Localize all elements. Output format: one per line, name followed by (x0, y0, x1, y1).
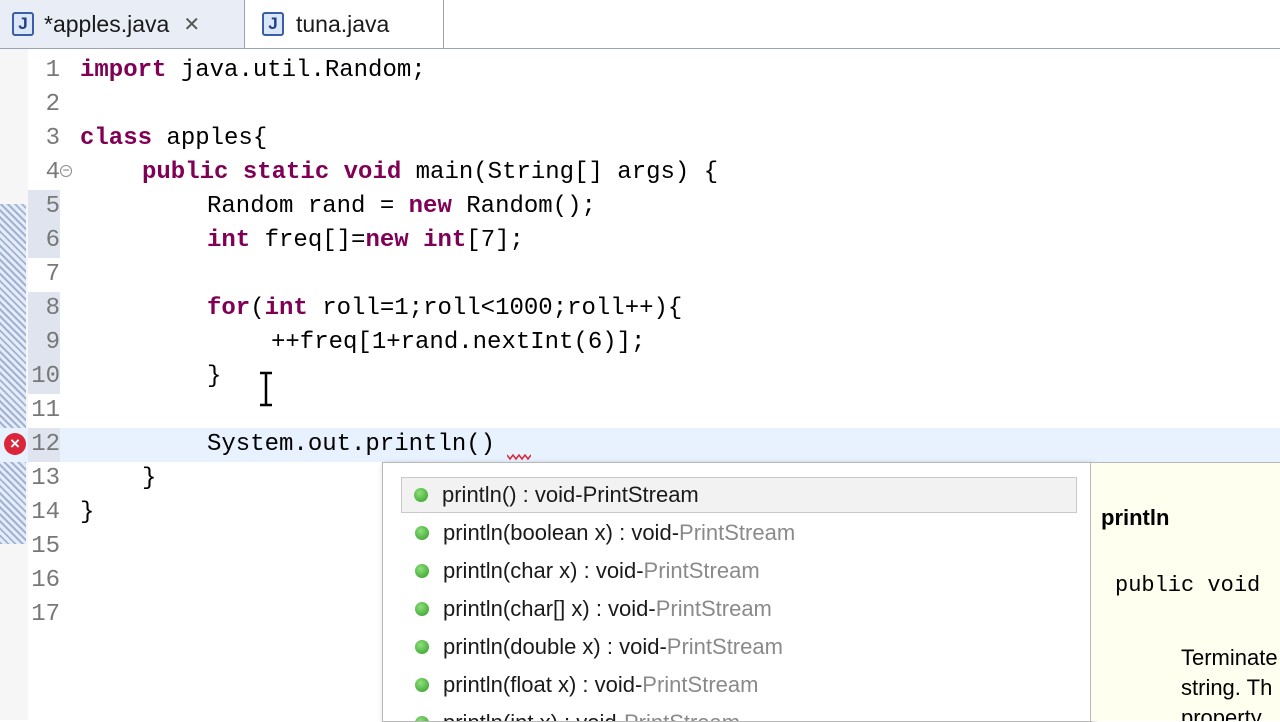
line-number: 8 (28, 292, 60, 326)
error-icon[interactable]: × (4, 433, 26, 455)
code-text: import java.util.Random; (80, 57, 426, 84)
code-text: } (142, 465, 157, 492)
doc-description: Terminate string. Th property (1181, 645, 1278, 721)
close-tab-icon[interactable]: ✕ (183, 12, 200, 37)
content-assist-popup[interactable]: println() : void - PrintStream println(b… (382, 462, 1092, 722)
line-number: 3 (45, 125, 60, 152)
code-line[interactable]: 2 (0, 88, 1280, 122)
line-number: 17 (31, 601, 60, 628)
code-line[interactable]: 5 Random rand = new Random(); (0, 190, 1280, 224)
public-method-icon (415, 526, 429, 540)
doc-title: println (1101, 505, 1170, 530)
line-number: 1 (45, 57, 60, 84)
tab-apples-java[interactable]: J *apples.java ✕ (0, 0, 245, 48)
code-text: class apples{ (80, 125, 268, 152)
public-method-icon (414, 488, 428, 502)
line-number: 15 (31, 533, 60, 560)
tab-label: tuna.java (296, 10, 390, 37)
line-number: 4 (45, 159, 60, 186)
line-number: 7 (45, 261, 60, 288)
javadoc-hover: println public void Terminate string. Th… (1090, 462, 1280, 721)
code-text: for(int roll=1;roll<1000;roll++){ (207, 295, 683, 322)
line-number: 10 (28, 360, 60, 394)
line-number: 14 (31, 499, 60, 526)
public-method-icon (415, 564, 429, 578)
code-line[interactable]: 7 (0, 258, 1280, 292)
line-number: 16 (31, 567, 60, 594)
fold-collapse-icon[interactable]: − (60, 164, 72, 177)
code-line[interactable]: 10 } (0, 360, 1280, 394)
assist-item[interactable]: println(char[] x) : void - PrintStream (403, 591, 772, 627)
assist-item[interactable]: println(boolean x) : void - PrintStream (403, 515, 795, 551)
code-line[interactable]: 3 class apples{ (0, 122, 1280, 156)
code-line[interactable]: 6 int freq[]=new int[7]; (0, 224, 1280, 258)
code-text: System.out.println() (207, 431, 496, 458)
code-line[interactable]: 9 ++freq[1+rand.nextInt(6)]; (0, 326, 1280, 360)
editor-tab-bar: J *apples.java ✕ J tuna.java (0, 0, 1280, 49)
code-line[interactable]: 11 (0, 394, 1280, 428)
code-text: int freq[]=new int[7]; (207, 227, 524, 254)
java-file-icon: J (262, 12, 284, 36)
assist-item[interactable]: println(int x) : void - PrintStream (403, 705, 740, 721)
tab-label: *apples.java (44, 10, 170, 37)
line-number: 13 (31, 465, 60, 492)
text-cursor-icon (260, 371, 272, 407)
doc-signature: public void (1115, 573, 1261, 598)
assist-item[interactable]: println() : void - PrintStream (401, 477, 1077, 513)
line-number: 2 (45, 91, 60, 118)
code-line[interactable]: 4 − public static void main(String[] arg… (0, 156, 1280, 190)
line-number: 9 (28, 326, 60, 360)
public-method-icon (415, 640, 429, 654)
line-number: 6 (28, 224, 60, 258)
code-text: Random rand = new Random(); (207, 193, 596, 220)
code-text: ++freq[1+rand.nextInt(6)]; (271, 329, 646, 356)
code-line[interactable]: 8 for(int roll=1;roll<1000;roll++){ (0, 292, 1280, 326)
assist-item[interactable]: println(float x) : void - PrintStream (403, 667, 758, 703)
public-method-icon (415, 678, 429, 692)
code-text: public static void main(String[] args) { (142, 159, 719, 186)
line-number: 5 (28, 190, 60, 224)
code-text: } (80, 499, 95, 526)
assist-item[interactable]: println(double x) : void - PrintStream (403, 629, 783, 665)
public-method-icon (415, 716, 429, 721)
error-squiggle (507, 454, 531, 460)
public-method-icon (415, 602, 429, 616)
code-text: } (207, 363, 222, 390)
code-line[interactable]: 1 import java.util.Random; (0, 54, 1280, 88)
line-number: 11 (31, 397, 60, 424)
assist-item[interactable]: println(char x) : void - PrintStream (403, 553, 760, 589)
tab-tuna-java[interactable]: J tuna.java (246, 0, 444, 48)
java-file-icon: J (12, 12, 34, 36)
line-number: 12 (28, 428, 60, 462)
code-line-current[interactable]: × 12 System.out.println() (0, 428, 1280, 462)
